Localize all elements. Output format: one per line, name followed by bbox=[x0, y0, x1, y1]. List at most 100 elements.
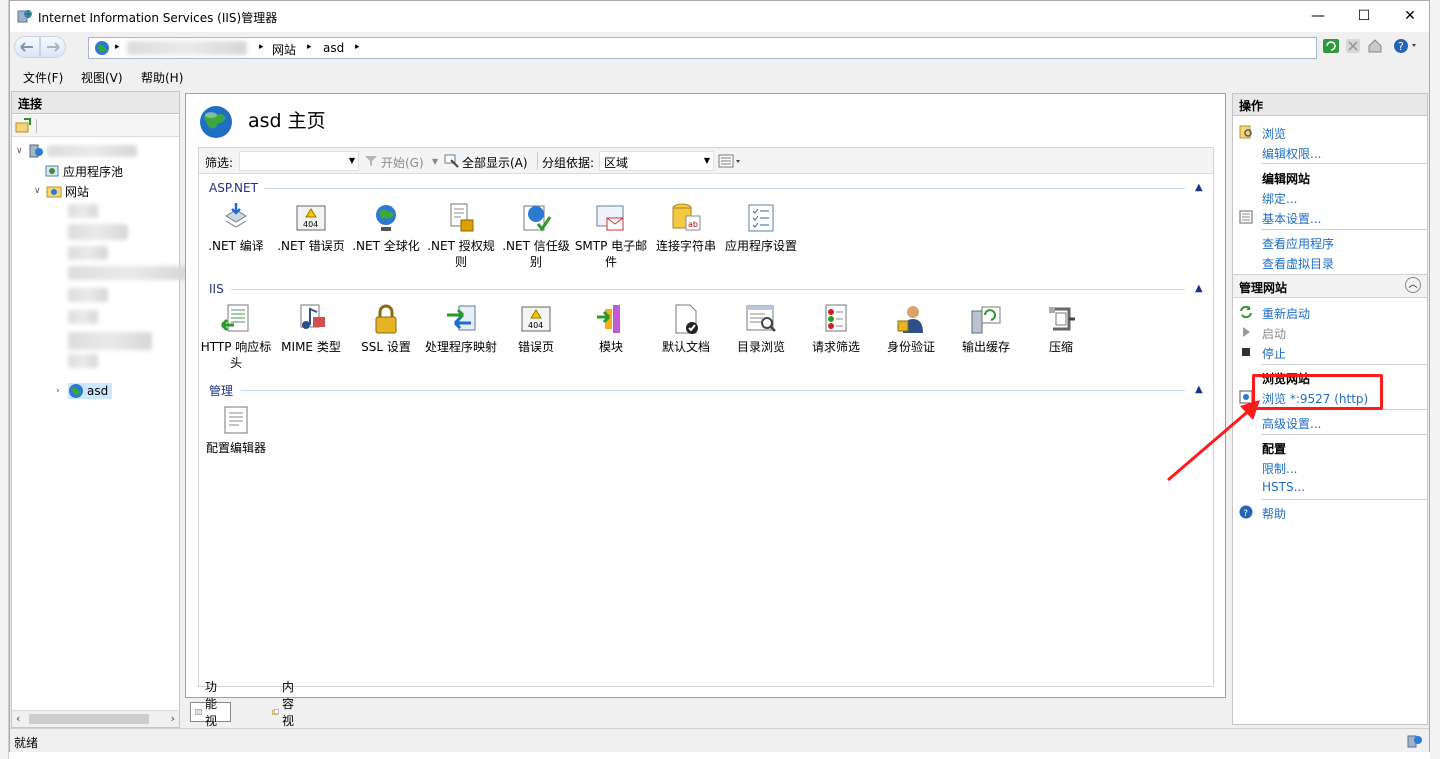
forward-button[interactable] bbox=[40, 36, 66, 58]
filter-bar: 筛选: ▼ 开始(G) ▼ 全部显示(A) 分组依据: 区域 ▼ bbox=[199, 148, 1213, 174]
mime-types-icon bbox=[300, 304, 325, 329]
group-by-combo[interactable]: 区域 ▼ bbox=[599, 151, 714, 171]
action-view-virtual-directories[interactable]: 查看虚拟目录 bbox=[1262, 255, 1334, 272]
collapse-section-icon[interactable]: ︿ bbox=[1405, 277, 1421, 293]
action-help[interactable]: 帮助 bbox=[1262, 505, 1286, 522]
action-stop[interactable]: 停止 bbox=[1262, 345, 1286, 362]
tree-site-asd[interactable]: › asd bbox=[56, 382, 113, 400]
site-globe-icon bbox=[68, 383, 84, 399]
tree-site-asd-label: asd bbox=[87, 384, 109, 398]
collapse-group-icon[interactable]: ▲ bbox=[1195, 283, 1203, 294]
home-icon[interactable] bbox=[1366, 37, 1384, 55]
feature-net-authorization[interactable]: .NET 授权规则 bbox=[424, 202, 498, 270]
action-start[interactable]: 启动 bbox=[1262, 325, 1286, 342]
feature-label: 连接字符串 bbox=[655, 239, 716, 253]
feature-http-response-headers[interactable]: HTTP 响应标头 bbox=[199, 303, 273, 371]
feature-label: 输出缓存 bbox=[961, 340, 1010, 354]
action-basic-settings[interactable]: 基本设置... bbox=[1262, 210, 1321, 227]
feature-handler-mappings[interactable]: 处理程序映射 bbox=[424, 303, 498, 355]
feature-compression[interactable]: 压缩 bbox=[1024, 303, 1098, 355]
view-mode-icon[interactable] bbox=[718, 154, 742, 168]
background-window-edge-right bbox=[1430, 0, 1440, 759]
default-document-icon bbox=[675, 304, 698, 334]
address-separator: ▸ bbox=[307, 42, 312, 52]
feature-net-trust-levels[interactable]: .NET 信任级别 bbox=[499, 202, 573, 270]
feature-output-caching[interactable]: 输出缓存 bbox=[949, 303, 1023, 355]
restart-icon bbox=[1240, 305, 1252, 319]
features-container: 筛选: ▼ 开始(G) ▼ 全部显示(A) 分组依据: 区域 ▼ ASP.NET… bbox=[198, 147, 1214, 687]
feature-net-compilation[interactable]: .NET 编译 bbox=[199, 202, 273, 254]
actions-separator bbox=[1261, 229, 1427, 230]
new-connection-icon[interactable] bbox=[15, 118, 31, 134]
collapse-group-icon[interactable]: ▲ bbox=[1195, 182, 1203, 193]
feature-label: 模块 bbox=[598, 340, 623, 354]
maximize-button[interactable]: ☐ bbox=[1341, 1, 1387, 31]
scroll-left-icon[interactable]: ‹ bbox=[16, 712, 20, 725]
minimize-button[interactable]: — bbox=[1295, 1, 1341, 31]
tree-sites[interactable]: ∨ 网站 bbox=[34, 182, 89, 200]
menu-view[interactable]: 视图(V) bbox=[81, 69, 123, 86]
feature-smtp-email[interactable]: SMTP 电子邮件 bbox=[574, 202, 648, 270]
tab-content-view[interactable]: 内容视图 bbox=[268, 680, 307, 745]
window-title: Internet Information Services (IIS)管理器 bbox=[38, 11, 278, 25]
action-view-applications[interactable]: 查看应用程序 bbox=[1262, 235, 1334, 252]
action-browse[interactable]: 浏览 bbox=[1262, 125, 1286, 142]
close-button[interactable]: ✕ bbox=[1387, 1, 1433, 31]
action-restart[interactable]: 重新启动 bbox=[1262, 305, 1310, 322]
feature-modules[interactable]: 模块 bbox=[574, 303, 648, 355]
address-segment-sites[interactable]: 网站 bbox=[272, 41, 296, 58]
address-path[interactable]: ▸ ▸ 网站 ▸ asd ▸ bbox=[88, 37, 1317, 59]
collapse-group-icon[interactable]: ▲ bbox=[1195, 384, 1203, 395]
address-separator: ▸ bbox=[115, 42, 120, 52]
connections-horizontal-scrollbar[interactable]: ‹ › bbox=[12, 710, 179, 727]
feature-label: .NET 授权规则 bbox=[427, 239, 495, 269]
feature-error-pages[interactable]: 404 错误页 bbox=[499, 303, 573, 355]
scrollbar-thumb[interactable] bbox=[29, 714, 149, 724]
tree-app-pools[interactable]: 应用程序池 bbox=[44, 162, 123, 180]
filter-combo[interactable]: ▼ bbox=[239, 151, 359, 171]
status-text: 就绪 bbox=[14, 736, 39, 750]
feature-default-document[interactable]: 默认文档 bbox=[649, 303, 723, 355]
application-settings-icon bbox=[748, 204, 774, 232]
feature-directory-browsing[interactable]: 目录浏览 bbox=[724, 303, 798, 355]
feature-authentication[interactable]: 身份验证 bbox=[874, 303, 948, 355]
group-divider bbox=[265, 188, 1185, 189]
feature-request-filtering[interactable]: 请求筛选 bbox=[799, 303, 873, 355]
action-advanced-settings[interactable]: 高级设置... bbox=[1262, 415, 1321, 432]
action-bindings[interactable]: 绑定... bbox=[1262, 190, 1297, 207]
globe-icon bbox=[95, 41, 109, 55]
toolbar-separator bbox=[36, 119, 37, 133]
feature-app-settings[interactable]: 应用程序设置 bbox=[724, 202, 798, 254]
action-limits[interactable]: 限制... bbox=[1262, 460, 1297, 477]
scroll-right-icon[interactable]: › bbox=[171, 712, 175, 725]
feature-mime-types[interactable]: MIME 类型 bbox=[274, 303, 348, 355]
expand-icon[interactable]: › bbox=[56, 386, 68, 396]
start-filter-button[interactable]: 开始(G) bbox=[381, 154, 424, 171]
status-bar: 就绪 bbox=[10, 728, 1429, 752]
redacted-site-name bbox=[68, 266, 188, 280]
refresh-icon[interactable] bbox=[1322, 37, 1340, 55]
manage-site-title: 管理网站 bbox=[1239, 281, 1288, 295]
feature-configuration-editor[interactable]: 配置编辑器 bbox=[199, 404, 273, 456]
feature-connection-strings[interactable]: ab 连接字符串 bbox=[649, 202, 723, 254]
stop-icon[interactable] bbox=[1344, 37, 1362, 55]
feature-net-error-pages[interactable]: 404 .NET 错误页 bbox=[274, 202, 348, 254]
collapse-icon[interactable]: ∨ bbox=[34, 186, 46, 196]
annotation-highlight-box bbox=[1252, 374, 1383, 410]
show-all-button[interactable]: 全部显示(A) bbox=[462, 154, 528, 171]
help-dropdown-icon[interactable]: ? bbox=[1392, 37, 1422, 55]
tree-server-node[interactable]: ∨ bbox=[16, 142, 137, 160]
feature-ssl-settings[interactable]: SSL 设置 bbox=[349, 303, 423, 355]
tab-features-view[interactable]: 功能视图 bbox=[190, 680, 232, 745]
feature-net-globalization[interactable]: .NET 全球化 bbox=[349, 202, 423, 254]
start-dropdown-icon[interactable]: ▼ bbox=[432, 157, 438, 166]
collapse-icon[interactable]: ∨ bbox=[16, 146, 28, 156]
action-hsts[interactable]: HSTS... bbox=[1262, 480, 1305, 494]
menu-file[interactable]: 文件(F) bbox=[23, 69, 63, 86]
tree-sites-label: 网站 bbox=[65, 184, 90, 199]
title-bar: Internet Information Services (IIS)管理器 —… bbox=[10, 1, 1429, 32]
address-segment-asd[interactable]: asd bbox=[323, 41, 344, 55]
back-button[interactable] bbox=[14, 36, 40, 58]
menu-help[interactable]: 帮助(H) bbox=[141, 69, 183, 86]
action-edit-permissions[interactable]: 编辑权限... bbox=[1262, 145, 1321, 162]
